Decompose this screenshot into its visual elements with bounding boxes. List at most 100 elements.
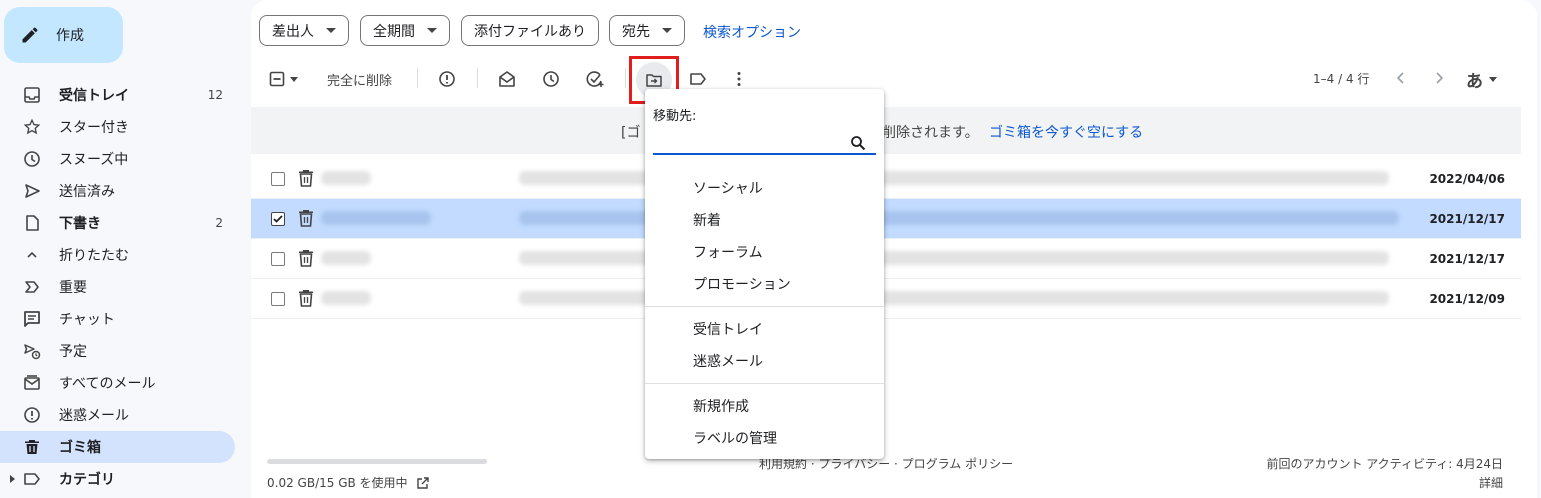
email-row[interactable]: 2021/12/09 (251, 279, 1521, 319)
toolbar-divider (477, 68, 478, 88)
email-row[interactable]: 2021/12/17 (251, 239, 1521, 279)
email-date: 2021/12/09 (1429, 292, 1505, 306)
snooze-button[interactable] (538, 66, 564, 92)
sidebar-item-chat[interactable]: チャット (0, 303, 235, 335)
toolbar-divider (625, 68, 626, 88)
open-envelope-icon (499, 71, 515, 87)
trash-icon (298, 289, 314, 307)
scheduled-icon (22, 341, 42, 361)
menu-item-create-new[interactable]: 新規作成 (693, 396, 749, 416)
storage-text: 0.02 GB/15 GB を使用中 (267, 476, 408, 490)
email-row[interactable]: 2022/04/06 (251, 159, 1521, 199)
menu-item-forums[interactable]: フォーラム (693, 242, 763, 262)
input-tools-button[interactable]: あ (1466, 67, 1497, 92)
sidebar-item-all-mail[interactable]: すべてのメール (0, 367, 235, 399)
trash-icon (22, 437, 42, 457)
row-checkbox[interactable] (271, 292, 285, 306)
empty-trash-link[interactable]: ゴミ箱を今すぐ空にする (989, 122, 1143, 142)
menu-item-manage-labels[interactable]: ラベルの管理 (693, 428, 777, 448)
details-link[interactable]: 詳細 (1479, 474, 1503, 491)
filter-recipient-chip[interactable]: 宛先 (609, 15, 685, 46)
menu-search-field (653, 133, 876, 155)
delete-forever-button[interactable]: 完全に削除 (327, 66, 392, 92)
mark-as-read-button[interactable] (494, 66, 520, 92)
menu-item-inbox[interactable]: 受信トレイ (693, 319, 763, 339)
draft-count: 2 (215, 216, 223, 230)
chip-label: 添付ファイルあり (474, 23, 586, 40)
chevron-left-icon (1396, 72, 1404, 84)
main-panel: 差出人 全期間 添付ファイルあり 宛先 検索オプション 完全に削除 1–4 / … (251, 0, 1537, 498)
storage-usage-bar (267, 459, 487, 464)
compose-label: 作成 (56, 28, 84, 44)
filter-period-chip[interactable]: 全期間 (360, 15, 450, 46)
sidebar-item-label: ゴミ箱 (59, 440, 101, 456)
sidebar-item-categories[interactable]: カテゴリ (0, 463, 235, 495)
filter-sender-chip[interactable]: 差出人 (259, 15, 349, 46)
sidebar-item-label: スター付き (59, 120, 129, 136)
sender-redacted (321, 251, 371, 265)
send-icon (22, 181, 42, 201)
all-mail-icon (22, 373, 42, 393)
trash-icon (298, 169, 314, 187)
search-options-link[interactable]: 検索オプション (703, 22, 801, 42)
pencil-icon (20, 25, 40, 45)
filter-attachment-chip[interactable]: 添付ファイルあり (461, 15, 599, 46)
sidebar-item-inbox[interactable]: 受信トレイ 12 (0, 79, 235, 111)
last-account-activity: 前回のアカウント アクティビティ: 4月24日 (1266, 457, 1503, 471)
email-date: 2021/12/17 (1429, 212, 1505, 226)
chat-icon (22, 309, 42, 329)
sidebar-item-spam[interactable]: 迷惑メール (0, 399, 235, 431)
trash-icon (298, 209, 314, 227)
sender-redacted (321, 291, 371, 305)
search-icon (850, 135, 866, 151)
label-icon (690, 73, 706, 85)
input-tool-label: あ (1466, 72, 1483, 92)
clock-icon (543, 71, 559, 87)
menu-item-social[interactable]: ソーシャル (693, 178, 763, 198)
sender-redacted (321, 211, 431, 225)
sidebar-item-snoozed[interactable]: スヌーズ中 (0, 143, 235, 175)
sidebar-item-label: カテゴリ (59, 472, 115, 488)
row-checkbox[interactable] (271, 172, 285, 186)
row-checkbox[interactable] (271, 252, 285, 266)
sidebar-item-label: 下書き (59, 216, 101, 232)
banner-text: [ゴ (621, 125, 641, 141)
add-to-tasks-button[interactable] (582, 66, 608, 92)
sidebar-item-starred[interactable]: スター付き (0, 111, 235, 143)
banner-text: 削除されます。 (882, 125, 979, 141)
report-spam-button[interactable] (434, 66, 460, 92)
next-page-button[interactable] (1429, 68, 1449, 88)
sidebar-item-label: スヌーズ中 (59, 152, 129, 168)
sidebar-item-scheduled[interactable]: 予定 (0, 335, 235, 367)
menu-divider (645, 306, 884, 307)
dropdown-arrow-icon (427, 28, 437, 33)
expand-arrow-icon (10, 475, 15, 483)
menu-divider (645, 383, 884, 384)
previous-page-button[interactable] (1391, 68, 1411, 88)
sidebar: 作成 受信トレイ 12 スター付き スヌーズ中 送信済み 下書き 2 折りたたむ… (0, 0, 250, 498)
row-checkbox[interactable] (271, 212, 285, 226)
menu-search-input[interactable] (653, 133, 843, 153)
menu-item-spam[interactable]: 迷惑メール (693, 351, 763, 371)
label-icon (22, 469, 42, 489)
sidebar-item-trash[interactable]: ゴミ箱 (0, 431, 235, 463)
sidebar-item-drafts[interactable]: 下書き 2 (0, 207, 235, 239)
sidebar-item-sent[interactable]: 送信済み (0, 175, 235, 207)
move-to-menu: 移動先: ソーシャル 新着 フォーラム プロモーション 受信トレイ 迷惑メール … (645, 89, 884, 459)
spam-icon (439, 71, 455, 87)
menu-heading: 移動先: (653, 109, 697, 124)
menu-item-updates[interactable]: 新着 (693, 210, 721, 230)
compose-button[interactable]: 作成 (4, 7, 123, 63)
menu-item-promotions[interactable]: プロモーション (693, 274, 791, 294)
dropdown-arrow-icon (662, 28, 672, 33)
open-external-icon[interactable] (408, 476, 430, 490)
email-row[interactable]: 2021/12/17 (251, 199, 1521, 239)
sidebar-item-collapse[interactable]: 折りたたむ (0, 239, 235, 271)
sidebar-item-label: 迷惑メール (59, 408, 129, 424)
select-all-checkbox[interactable] (269, 66, 303, 92)
pagination-info: 1–4 / 4 行 (1313, 72, 1370, 86)
clock-icon (22, 149, 42, 169)
sidebar-item-label: チャット (59, 312, 115, 328)
draft-icon (22, 213, 42, 233)
sidebar-item-important[interactable]: 重要 (0, 271, 235, 303)
